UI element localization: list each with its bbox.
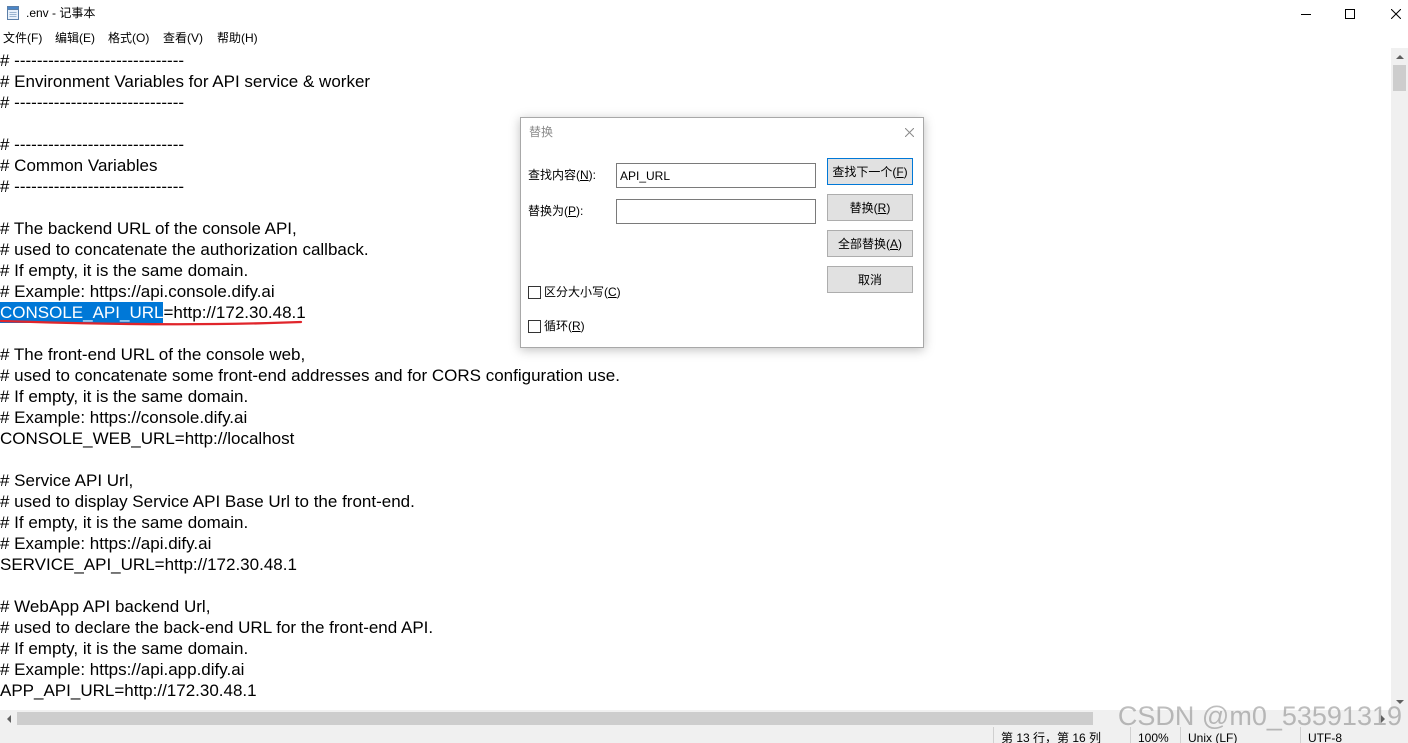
dialog-title: 替换 (529, 125, 554, 139)
find-what-input[interactable] (616, 163, 816, 188)
find-what-label: 查找内容(N): (528, 168, 597, 182)
find-next-button[interactable]: 查找下一个(F) (827, 158, 913, 185)
scroll-down-button[interactable] (1391, 693, 1408, 710)
menu-file[interactable]: 文件(F) (3, 30, 42, 46)
editor-line[interactable]: # If empty, it is the same domain. (0, 512, 620, 533)
cancel-button[interactable]: 取消 (827, 266, 913, 293)
horizontal-scroll-thumb[interactable] (17, 712, 1093, 725)
selected-text[interactable]: CONSOLE_API_URL (0, 302, 164, 323)
arrow-right-icon (1380, 714, 1385, 723)
dialog-close-button[interactable] (901, 125, 917, 139)
minimize-icon (1301, 14, 1311, 15)
wrap-around-label[interactable]: 循环(R) (544, 319, 585, 333)
wrap-around-checkbox[interactable] (528, 320, 541, 333)
editor-line[interactable]: # Environment Variables for API service … (0, 71, 620, 92)
title-bar[interactable]: .env - 记事本 (0, 0, 1408, 28)
editor-line[interactable]: # Example: https://console.dify.ai (0, 407, 620, 428)
window-title: .env - 记事本 (26, 6, 96, 20)
close-icon (1391, 9, 1401, 19)
scroll-up-button[interactable] (1391, 48, 1408, 65)
close-icon (904, 127, 914, 137)
editor-line[interactable]: # If empty, it is the same domain. (0, 386, 620, 407)
maximize-button[interactable] (1328, 0, 1372, 28)
editor-line[interactable]: # used to display Service API Base Url t… (0, 491, 620, 512)
close-button[interactable] (1372, 0, 1408, 28)
replace-button[interactable]: 替换(R) (827, 194, 913, 221)
menu-bar: 文件(F) 编辑(E) 格式(O) 查看(V) 帮助(H) (0, 28, 1408, 48)
editor-line[interactable]: # Service API Url, (0, 470, 620, 491)
status-cursor-position: 第 13 行，第 16 列 (993, 727, 1130, 743)
scroll-left-button[interactable] (0, 710, 17, 727)
editor-line[interactable]: # Example: https://api.app.dify.ai (0, 659, 620, 680)
replace-with-input[interactable] (616, 199, 816, 224)
editor-line[interactable]: SERVICE_API_URL=http://172.30.48.1 (0, 554, 620, 575)
vertical-scroll-thumb[interactable] (1393, 65, 1406, 91)
editor-line[interactable]: # used to concatenate some front-end add… (0, 365, 620, 386)
replace-with-label: 替换为(P): (528, 204, 584, 218)
editor-line[interactable]: APP_API_URL=http://172.30.48.1 (0, 680, 620, 701)
scrollbar-corner (1391, 710, 1408, 727)
match-case-checkbox[interactable] (528, 286, 541, 299)
vertical-scrollbar[interactable] (1391, 48, 1408, 710)
status-encoding: UTF-8 (1300, 727, 1408, 743)
editor-line[interactable]: # ------------------------------ (0, 92, 620, 113)
menu-format[interactable]: 格式(O) (108, 30, 149, 46)
editor-line[interactable]: # If empty, it is the same domain. (0, 638, 620, 659)
editor-line[interactable]: # ------------------------------ (0, 50, 620, 71)
editor-line-rest[interactable]: =http://172.30.48.1 (163, 303, 305, 322)
replace-dialog[interactable]: 替换 查找内容(N): 替换为(P): 查找下一个(F) 替换(R) 全部替换(… (520, 117, 924, 348)
minimize-button[interactable] (1284, 0, 1328, 28)
menu-view[interactable]: 查看(V) (163, 30, 203, 46)
arrow-left-icon (6, 714, 11, 723)
status-line-ending: Unix (LF) (1180, 727, 1300, 743)
editor-line[interactable] (0, 575, 620, 596)
editor-line[interactable]: # Example: https://api.dify.ai (0, 533, 620, 554)
maximize-icon (1345, 9, 1355, 19)
editor-line[interactable]: CONSOLE_WEB_URL=http://localhost (0, 428, 620, 449)
scroll-right-button[interactable] (1374, 710, 1391, 727)
horizontal-scrollbar[interactable] (0, 710, 1391, 727)
notepad-icon[interactable] (5, 5, 21, 21)
menu-help[interactable]: 帮助(H) (217, 30, 258, 46)
arrow-down-icon (1395, 699, 1404, 704)
match-case-label[interactable]: 区分大小写(C) (544, 285, 621, 299)
arrow-up-icon (1395, 54, 1404, 59)
replace-all-button[interactable]: 全部替换(A) (827, 230, 913, 257)
menu-edit[interactable]: 编辑(E) (55, 30, 95, 46)
editor-line[interactable]: # WebApp API backend Url, (0, 596, 620, 617)
status-bar: 第 13 行，第 16 列 100% Unix (LF) UTF-8 (0, 727, 1408, 743)
editor-line[interactable] (0, 449, 620, 470)
status-zoom: 100% (1130, 727, 1180, 743)
editor-line[interactable]: # used to declare the back-end URL for t… (0, 617, 620, 638)
